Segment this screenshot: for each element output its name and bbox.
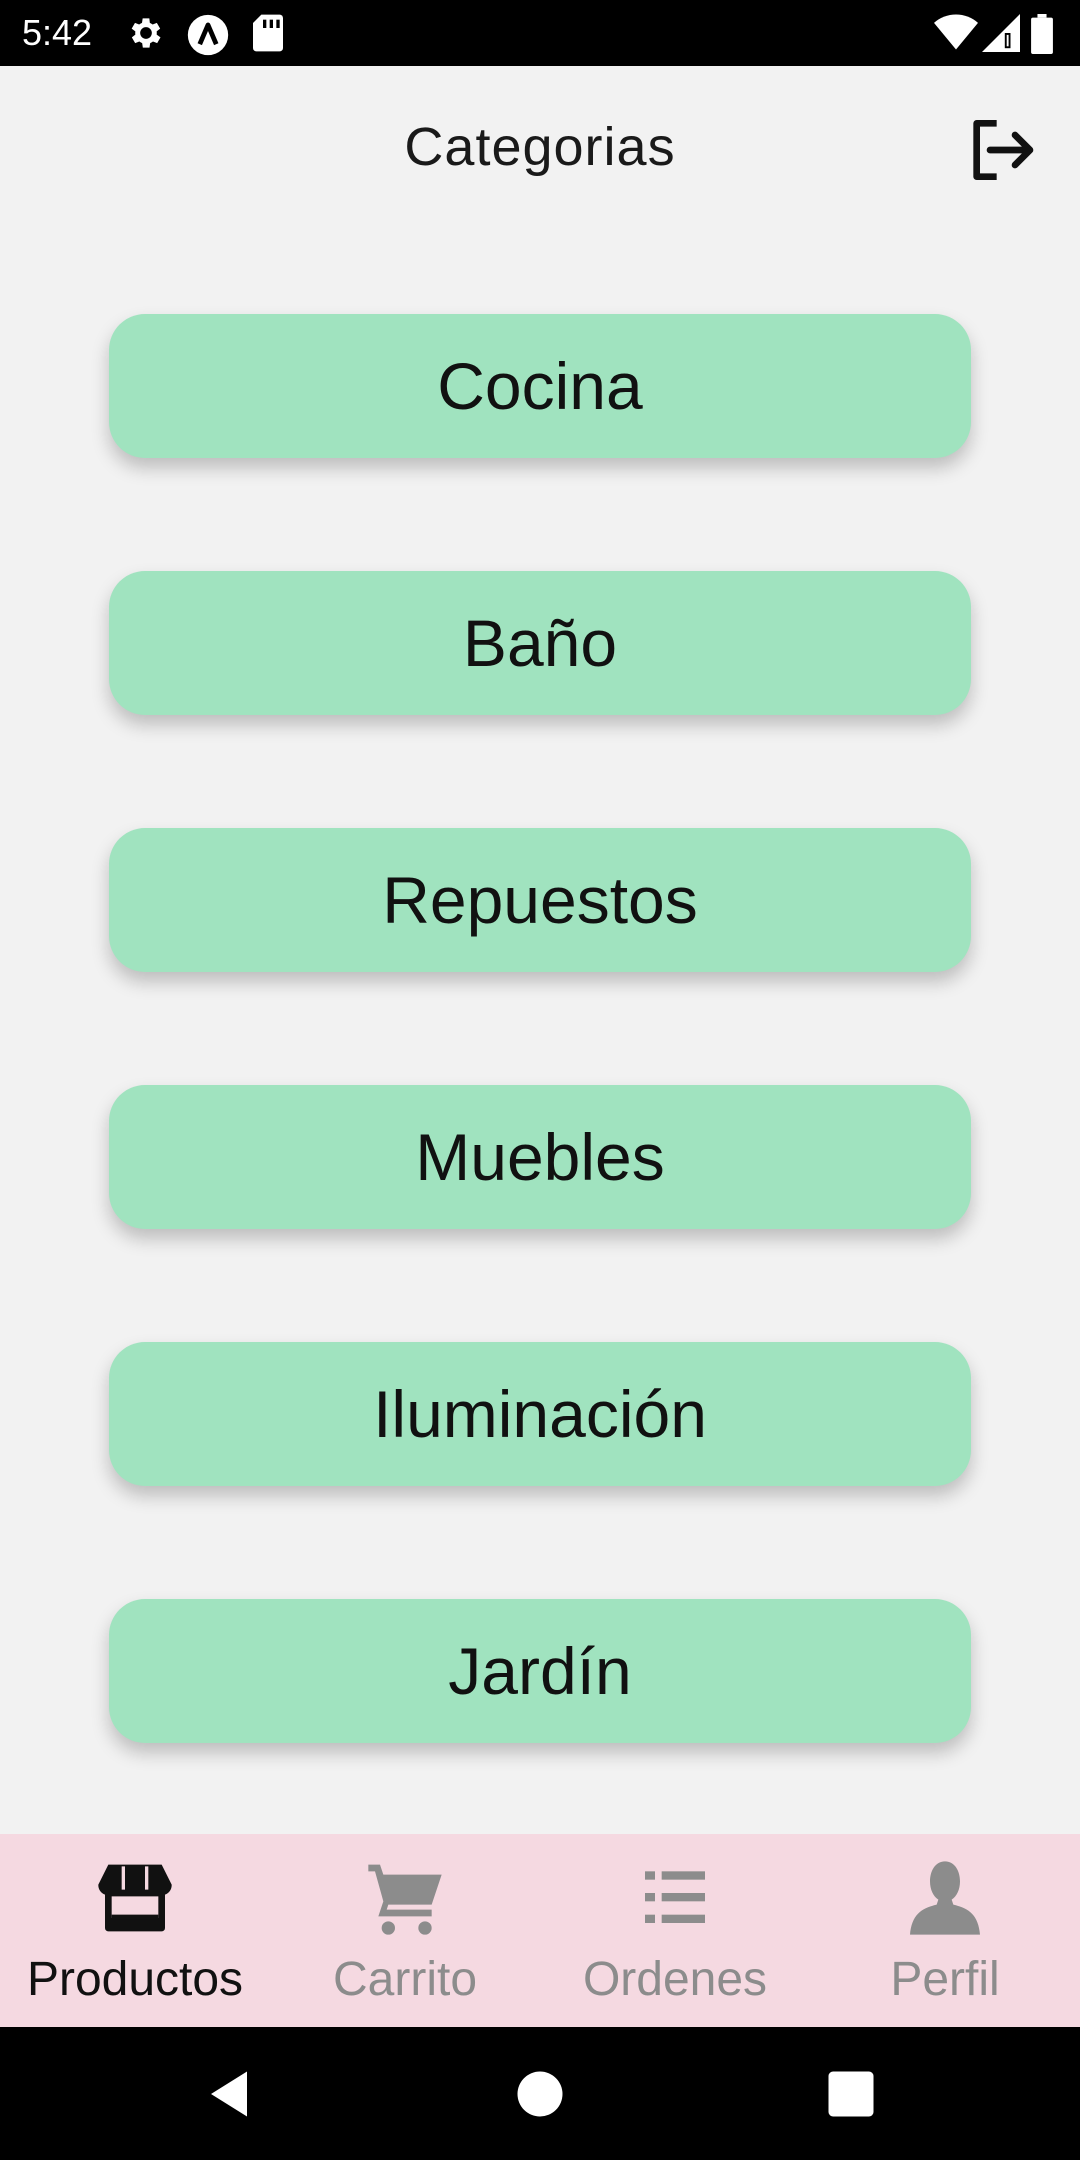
status-bar: 5:42 [0, 0, 1080, 66]
category-button-bano[interactable]: Baño [109, 571, 971, 715]
cart-icon [368, 1864, 442, 1935]
category-button-iluminacion[interactable]: Iluminación [109, 1342, 971, 1486]
signal-icon [982, 14, 1020, 57]
settings-gear-icon [126, 13, 166, 58]
status-time: 5:42 [22, 12, 93, 53]
category-button-repuestos[interactable]: Repuestos [109, 828, 971, 972]
app-header: Categorias [0, 66, 1080, 236]
sd-card-icon [250, 13, 286, 58]
category-button-jardin[interactable]: Jardín [109, 1599, 971, 1743]
logout-icon [973, 120, 1034, 181]
nav-item-carrito[interactable]: Carrito [270, 1834, 540, 2027]
store-icon [98, 1864, 172, 1932]
logout-button[interactable] [960, 110, 1040, 190]
bottom-navigation: Productos Carrito Ordenes Perfil [0, 1834, 1080, 2027]
nav-item-ordenes[interactable]: Ordenes [540, 1834, 810, 2027]
system-navigation-bar [0, 2027, 1080, 2160]
battery-icon [1030, 14, 1054, 59]
recents-icon[interactable] [824, 2067, 878, 2121]
person-icon [910, 1861, 980, 1935]
nav-label-carrito: Carrito [332, 1953, 478, 2006]
home-icon[interactable] [513, 2067, 567, 2121]
category-button-cocina[interactable]: Cocina [109, 314, 971, 458]
nav-item-productos[interactable]: Productos [0, 1834, 270, 2027]
nav-item-perfil[interactable]: Perfil [810, 1834, 1080, 2027]
back-icon[interactable] [202, 2067, 256, 2121]
list-icon [645, 1871, 705, 1923]
nav-label-productos: Productos [26, 1953, 244, 2006]
nav-label-ordenes: Ordenes [582, 1953, 768, 2006]
page-title: Categorias [404, 117, 676, 177]
nav-label-perfil: Perfil [890, 1953, 1000, 2006]
category-button-muebles[interactable]: Muebles [109, 1085, 971, 1229]
category-scroll-area[interactable]: Cocina Baño Repuestos Muebles Iluminació… [90, 236, 990, 1772]
a-circle-icon [186, 13, 230, 62]
category-list[interactable]: Cocina Baño Repuestos Muebles Iluminació… [0, 236, 1080, 1772]
wifi-icon [934, 14, 978, 57]
